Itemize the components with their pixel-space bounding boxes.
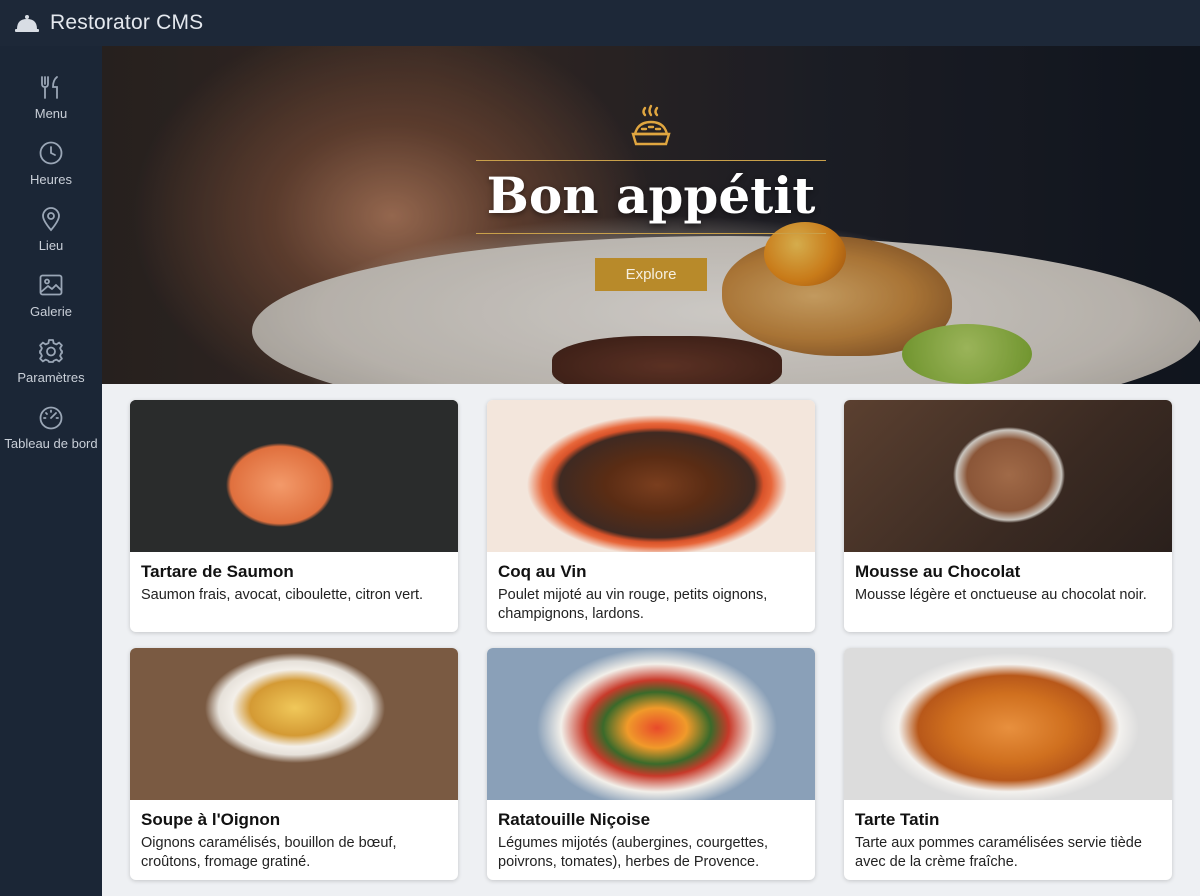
gear-icon [39, 339, 63, 363]
dish-name: Mousse au Chocolat [855, 562, 1021, 581]
sidebar-item-label: Galerie [30, 304, 72, 319]
dish-name: Ratatouille Niçoise [498, 810, 651, 829]
dish-name: Tarte Tatin [855, 810, 940, 829]
sidebar-item-gallery[interactable]: Galerie [0, 264, 102, 324]
sidebar-item-label: Lieu [38, 238, 64, 253]
dish-description: Légumes mijotés (aubergines, courgettes,… [498, 835, 769, 870]
dish-description: Mousse légère et onctueuse au chocolat n… [855, 587, 1147, 603]
dish-photo [130, 648, 458, 800]
dish-description: Saumon frais, avocat, ciboulette, citron… [141, 587, 424, 603]
dish-card[interactable]: Coq au Vin Poulet mijoté au vin rouge, p… [487, 400, 815, 632]
clock-icon [39, 141, 63, 165]
gauge-icon [39, 406, 63, 430]
dish-photo [844, 648, 1172, 800]
sidebar-item-dashboard[interactable]: Tableau de bord [0, 396, 102, 456]
dish-card[interactable]: Soupe à l'Oignon Oignons caramélisés, bo… [130, 648, 458, 880]
image-icon [39, 274, 63, 296]
hero-divider [476, 233, 826, 234]
sidebar-item-label: Menu [34, 106, 68, 121]
dish-card[interactable]: Tartare de Saumon Saumon frais, avocat, … [130, 400, 458, 632]
sidebar-item-label: Tableau de bord [4, 436, 98, 451]
sidebar-item-menu[interactable]: Menu [0, 66, 102, 126]
dish-description: Tarte aux pommes caramélisées servie tiè… [855, 835, 1142, 870]
dish-photo [487, 400, 815, 552]
sidebar: Menu Heures Lieu Galerie Paramètres Tabl… [0, 46, 102, 896]
hero-banner: Bon appétit Explore [102, 46, 1200, 384]
main-content: Bon appétit Explore Tartare de Saumon Sa… [102, 46, 1200, 896]
fork-knife-icon [41, 76, 58, 99]
dish-description: Oignons caramélisés, bouillon de bœuf, c… [141, 835, 397, 870]
hero-title: Bon appétit [486, 166, 816, 225]
dish-card[interactable]: Mousse au Chocolat Mousse légère et onct… [844, 400, 1172, 632]
dish-description: Poulet mijoté au vin rouge, petits oigno… [498, 587, 768, 622]
hero-content: Bon appétit Explore [476, 104, 826, 291]
sidebar-item-label: Paramètres [17, 370, 85, 385]
sidebar-item-location[interactable]: Lieu [0, 198, 102, 258]
sidebar-item-label: Heures [30, 172, 72, 187]
dish-photo [487, 648, 815, 800]
dish-name: Tartare de Saumon [141, 562, 294, 581]
app-title: Restorator CMS [50, 11, 204, 34]
dish-card[interactable]: Tarte Tatin Tarte aux pommes caramélisée… [844, 648, 1172, 880]
dish-name: Coq au Vin [498, 562, 587, 581]
explore-button[interactable]: Explore [595, 258, 707, 291]
dish-card[interactable]: Ratatouille Niçoise Légumes mijotés (aub… [487, 648, 815, 880]
pie-icon [631, 104, 671, 146]
dish-photo [130, 400, 458, 552]
dish-photo [844, 400, 1172, 552]
dish-name: Soupe à l'Oignon [141, 810, 281, 829]
sidebar-item-settings[interactable]: Paramètres [0, 330, 102, 390]
cloche-icon [15, 15, 39, 32]
location-pin-icon [42, 207, 60, 232]
sidebar-item-hours[interactable]: Heures [0, 132, 102, 192]
top-bar: Restorator CMS [0, 0, 1200, 46]
